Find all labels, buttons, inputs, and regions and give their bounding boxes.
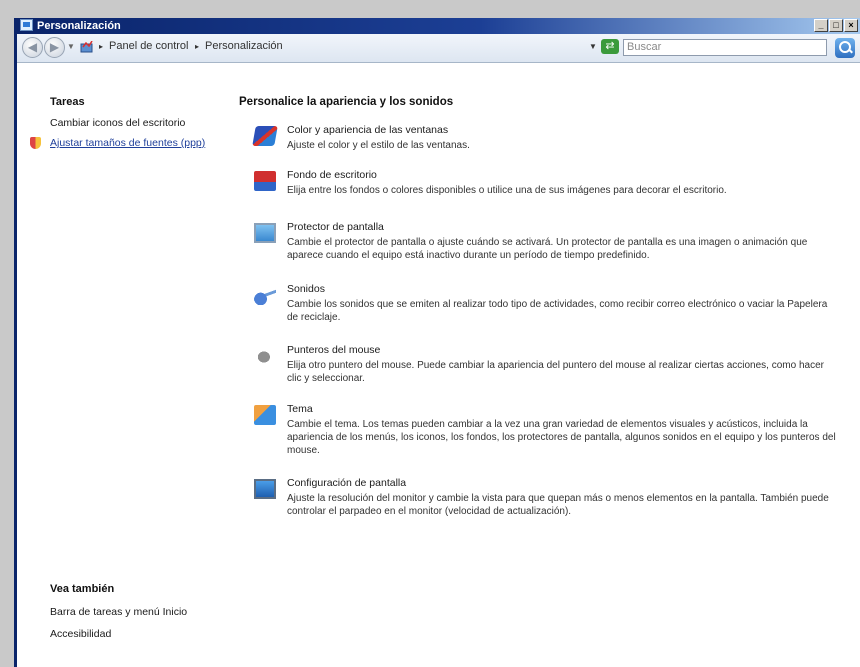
- screensaver-icon[interactable]: [254, 223, 276, 243]
- window-app-icon: [20, 19, 33, 31]
- item-link[interactable]: Configuración de pantalla: [287, 477, 406, 489]
- display-settings-icon[interactable]: [254, 479, 276, 499]
- page-title: Personalice la apariencia y los sonidos: [239, 96, 454, 108]
- item-description: Ajuste el color y el estilo de las venta…: [287, 140, 470, 151]
- close-button[interactable]: ×: [844, 19, 858, 32]
- uac-shield-icon: [30, 137, 41, 149]
- desktop-background-icon[interactable]: [254, 171, 276, 191]
- item-description: Elija entre los fondos o colores disponi…: [287, 185, 727, 196]
- history-dropdown-icon[interactable]: ▼: [67, 42, 75, 51]
- breadcrumb-control-panel[interactable]: Panel de control: [109, 40, 189, 52]
- item-description: Elija otro puntero del mouse. Puede camb…: [287, 360, 824, 384]
- main-content: Personalice la apariencia y los sonidos …: [239, 63, 860, 667]
- refresh-button[interactable]: ⇄: [601, 39, 619, 54]
- window-title: Personalización: [37, 20, 121, 32]
- breadcrumb-separator-icon[interactable]: ▸: [99, 42, 103, 51]
- see-also-taskbar[interactable]: Barra de tareas y menú Inicio: [50, 606, 187, 618]
- item-description: Cambie los sonidos que se emiten al real…: [287, 299, 828, 323]
- maximize-button[interactable]: □: [829, 19, 843, 32]
- address-dropdown-icon[interactable]: ▼: [589, 42, 597, 51]
- task-pane: Tareas Cambiar iconos del escritorio Aju…: [17, 63, 229, 667]
- address-bar: ◀ ▶ ▼ ▸ Panel de control ▸ Personalizaci…: [17, 34, 860, 63]
- mouse-pointer-icon[interactable]: [254, 346, 276, 366]
- breadcrumb-personalization[interactable]: Personalización: [205, 40, 283, 52]
- control-panel-icon: [80, 41, 93, 53]
- title-bar[interactable]: Personalización _ □ ×: [17, 18, 860, 34]
- search-icon[interactable]: [835, 38, 855, 58]
- item-link[interactable]: Tema: [287, 403, 313, 415]
- see-also-accessibility[interactable]: Accesibilidad: [50, 628, 111, 640]
- forward-button[interactable]: ▶: [44, 37, 65, 58]
- item-link[interactable]: Fondo de escritorio: [287, 169, 377, 181]
- back-button[interactable]: ◀: [22, 37, 43, 58]
- tasks-heading: Tareas: [50, 96, 85, 108]
- window-color-icon[interactable]: [252, 126, 278, 146]
- theme-icon[interactable]: [254, 405, 276, 425]
- item-link[interactable]: Color y apariencia de las ventanas: [287, 124, 448, 136]
- sounds-icon[interactable]: [254, 285, 276, 305]
- item-link[interactable]: Punteros del mouse: [287, 344, 380, 356]
- minimize-button[interactable]: _: [814, 19, 828, 32]
- task-change-desktop-icons[interactable]: Cambiar iconos del escritorio: [50, 117, 185, 129]
- item-description: Cambie el protector de pantalla o ajuste…: [287, 237, 808, 261]
- item-description: Cambie el tema. Los temas pueden cambiar…: [287, 419, 836, 456]
- window-controls: _ □ ×: [814, 19, 858, 32]
- breadcrumb-separator-icon[interactable]: ▸: [195, 42, 199, 51]
- search-input[interactable]: Buscar: [623, 39, 827, 56]
- item-description: Ajuste la resolución del monitor y cambi…: [287, 493, 829, 517]
- item-link[interactable]: Sonidos: [287, 283, 325, 295]
- personalization-window: Personalización _ □ × ◀ ▶ ▼ ▸ Panel de c…: [14, 18, 860, 667]
- task-adjust-font-size[interactable]: Ajustar tamaños de fuentes (ppp): [50, 137, 205, 149]
- see-also-heading: Vea también: [50, 583, 115, 595]
- item-link[interactable]: Protector de pantalla: [287, 221, 384, 233]
